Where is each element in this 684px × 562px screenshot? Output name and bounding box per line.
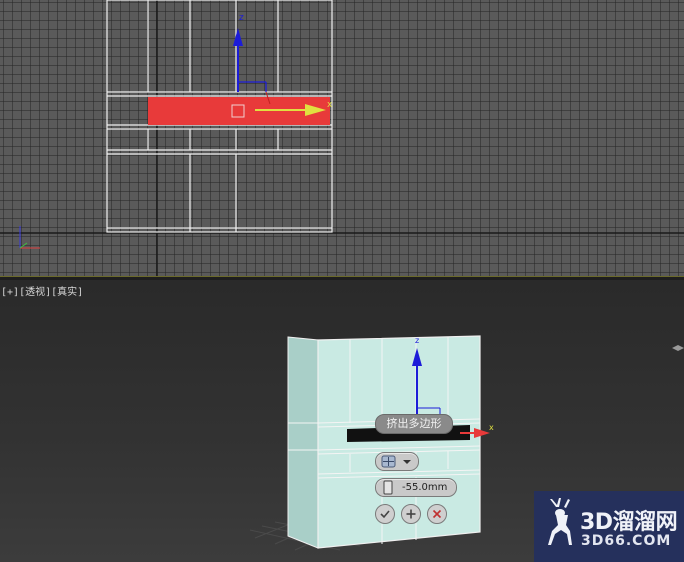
plus-icon <box>406 509 416 519</box>
caddy-operation-label: 挤出多边形 <box>375 414 453 434</box>
deer-icon <box>548 498 572 545</box>
cancel-button[interactable] <box>427 504 447 524</box>
watermark-subtitle: 3D66.COM <box>581 533 672 549</box>
cabinet-side-face <box>287 336 319 549</box>
height-icon <box>383 480 393 495</box>
watermark: 3D溜溜网 3D66.COM <box>534 491 684 562</box>
front-viewport[interactable]: z x <box>0 0 684 276</box>
extrusion-type-dropdown[interactable] <box>375 452 419 471</box>
x-icon <box>432 509 442 519</box>
gizmo-x-label: x <box>327 100 333 110</box>
gizmo-z-label: z <box>239 13 244 23</box>
world-axis-tripod-icon <box>19 226 40 249</box>
apply-and-continue-button[interactable] <box>401 504 421 524</box>
cabinet-front-face[interactable] <box>317 335 481 549</box>
extrusion-height-value[interactable]: -55.0mm <box>402 479 447 496</box>
watermark-title: 3D溜溜网 <box>580 510 678 535</box>
extrusion-height-spinner[interactable]: -55.0mm <box>375 478 457 497</box>
viewcube-icon[interactable] <box>672 345 684 351</box>
check-icon <box>380 510 390 519</box>
perspective-x-label: x <box>489 423 494 432</box>
ok-button[interactable] <box>375 504 395 524</box>
front-viewport-canvas: z x <box>0 0 684 276</box>
perspective-z-label: z <box>415 336 419 345</box>
chevron-down-icon <box>403 460 411 464</box>
